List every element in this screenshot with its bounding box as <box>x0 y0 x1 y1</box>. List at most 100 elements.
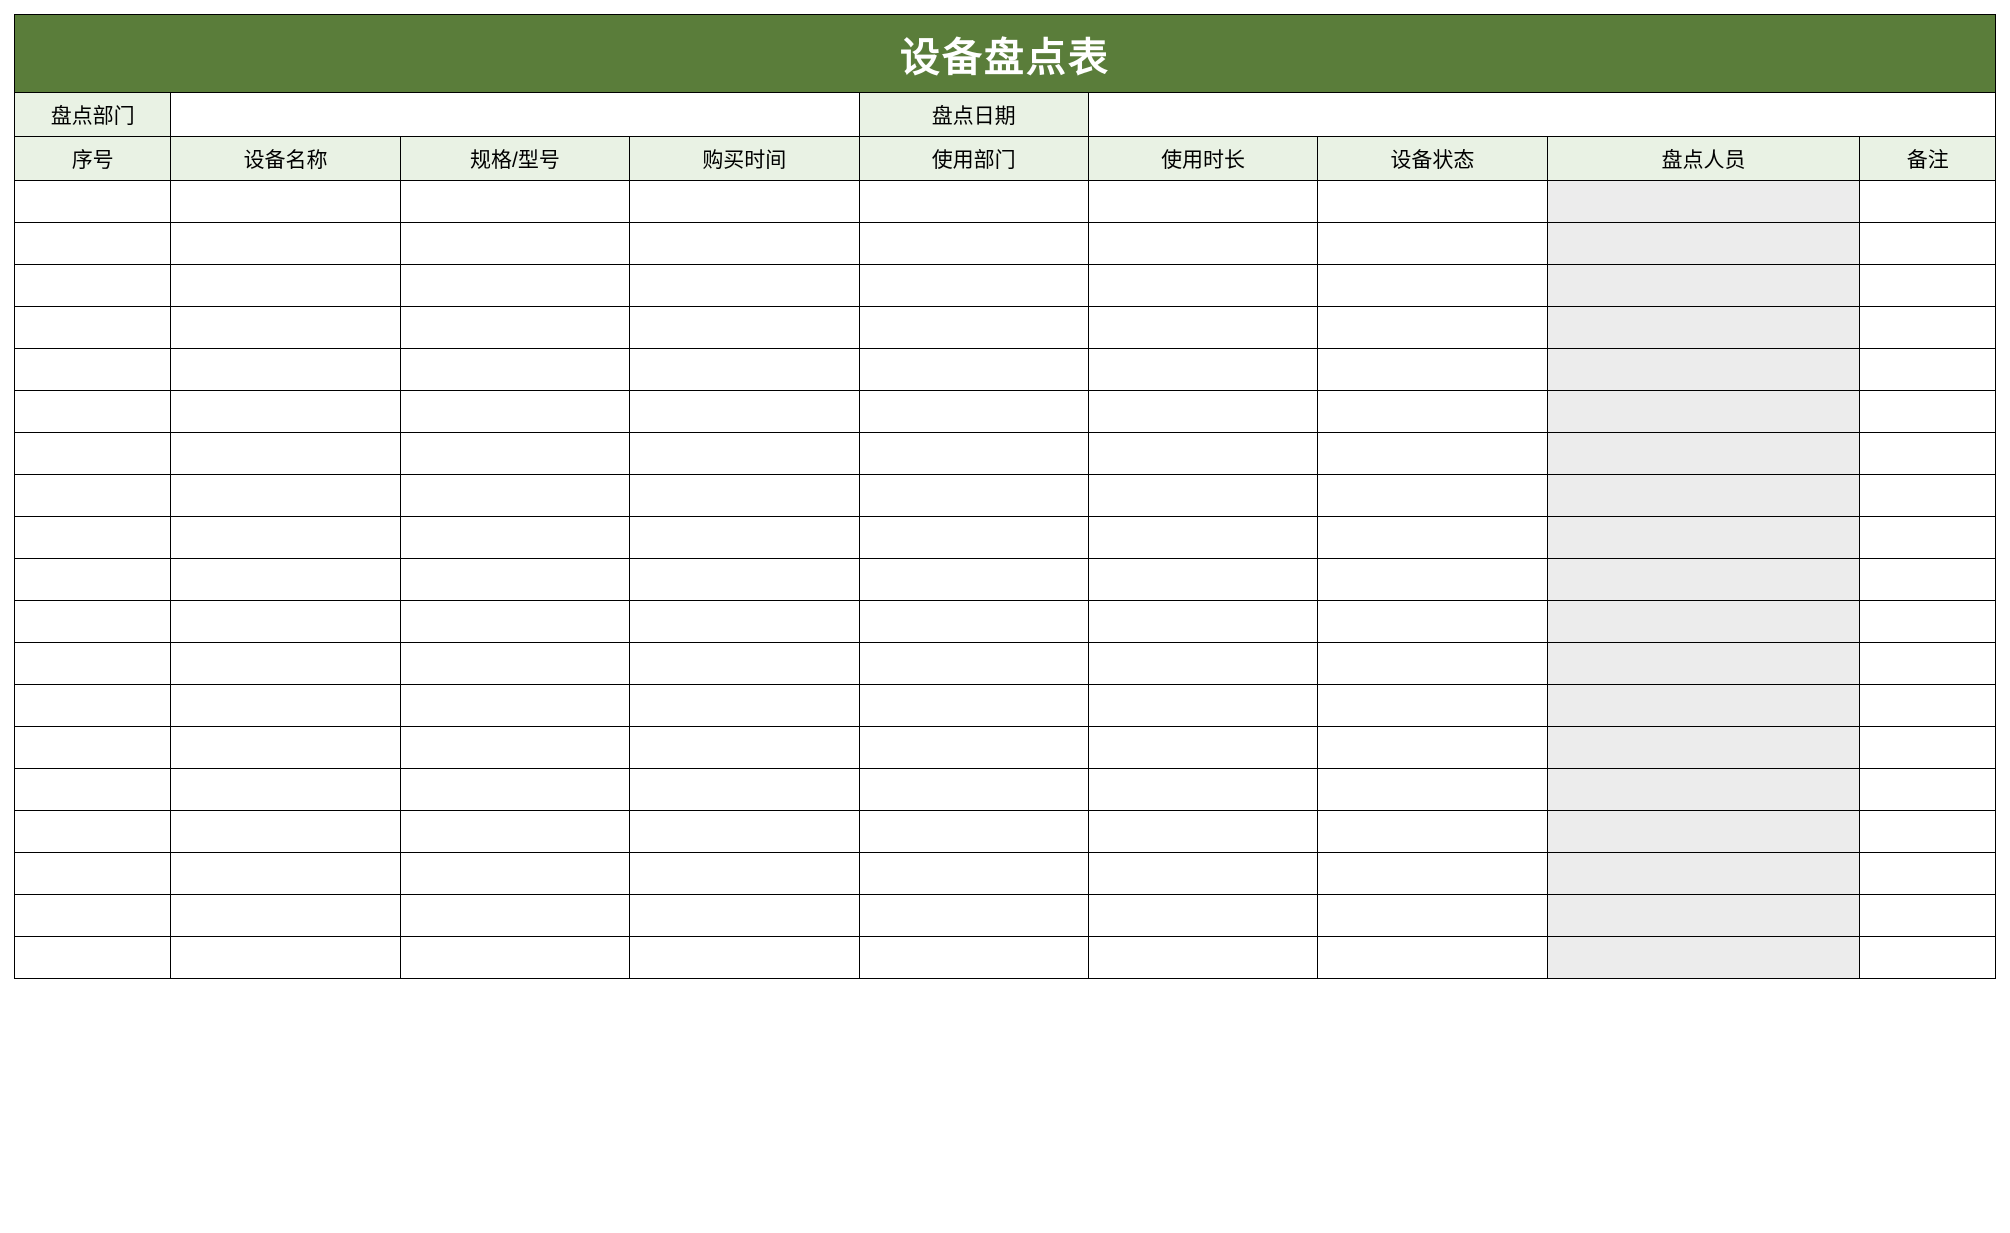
cell[interactable] <box>1547 769 1860 811</box>
cell[interactable] <box>859 853 1088 895</box>
cell[interactable] <box>859 349 1088 391</box>
cell[interactable] <box>859 769 1088 811</box>
cell[interactable] <box>1318 349 1547 391</box>
cell[interactable] <box>400 181 629 223</box>
cell[interactable] <box>1318 223 1547 265</box>
meta-department-value[interactable] <box>171 93 859 137</box>
cell[interactable] <box>1318 895 1547 937</box>
cell[interactable] <box>15 517 171 559</box>
cell[interactable] <box>400 559 629 601</box>
cell[interactable] <box>400 349 629 391</box>
cell[interactable] <box>1860 349 1996 391</box>
meta-date-value[interactable] <box>1088 93 1995 137</box>
cell[interactable] <box>1860 517 1996 559</box>
cell[interactable] <box>1860 475 1996 517</box>
cell[interactable] <box>630 559 859 601</box>
cell[interactable] <box>1088 643 1317 685</box>
cell[interactable] <box>171 769 400 811</box>
cell[interactable] <box>630 937 859 979</box>
cell[interactable] <box>15 895 171 937</box>
cell[interactable] <box>1088 433 1317 475</box>
cell[interactable] <box>15 559 171 601</box>
cell[interactable] <box>859 685 1088 727</box>
cell[interactable] <box>1547 853 1860 895</box>
cell[interactable] <box>1088 769 1317 811</box>
cell[interactable] <box>1088 685 1317 727</box>
cell[interactable] <box>171 517 400 559</box>
cell[interactable] <box>1547 349 1860 391</box>
cell[interactable] <box>1088 265 1317 307</box>
cell[interactable] <box>400 685 629 727</box>
cell[interactable] <box>1860 895 1996 937</box>
cell[interactable] <box>859 643 1088 685</box>
cell[interactable] <box>1088 559 1317 601</box>
cell[interactable] <box>400 391 629 433</box>
cell[interactable] <box>630 685 859 727</box>
cell[interactable] <box>1318 517 1547 559</box>
cell[interactable] <box>1547 937 1860 979</box>
cell[interactable] <box>630 307 859 349</box>
cell[interactable] <box>1547 559 1860 601</box>
cell[interactable] <box>859 475 1088 517</box>
cell[interactable] <box>1318 853 1547 895</box>
cell[interactable] <box>171 811 400 853</box>
cell[interactable] <box>1860 391 1996 433</box>
cell[interactable] <box>1088 601 1317 643</box>
cell[interactable] <box>171 601 400 643</box>
cell[interactable] <box>859 307 1088 349</box>
cell[interactable] <box>15 349 171 391</box>
cell[interactable] <box>1088 811 1317 853</box>
cell[interactable] <box>1860 937 1996 979</box>
cell[interactable] <box>1088 517 1317 559</box>
cell[interactable] <box>1088 727 1317 769</box>
cell[interactable] <box>859 811 1088 853</box>
cell[interactable] <box>15 811 171 853</box>
cell[interactable] <box>1860 811 1996 853</box>
cell[interactable] <box>1088 223 1317 265</box>
cell[interactable] <box>1547 475 1860 517</box>
cell[interactable] <box>630 265 859 307</box>
cell[interactable] <box>1547 307 1860 349</box>
cell[interactable] <box>1318 265 1547 307</box>
cell[interactable] <box>859 937 1088 979</box>
cell[interactable] <box>1860 265 1996 307</box>
cell[interactable] <box>15 643 171 685</box>
cell[interactable] <box>400 433 629 475</box>
cell[interactable] <box>1547 811 1860 853</box>
cell[interactable] <box>1318 391 1547 433</box>
cell[interactable] <box>1318 685 1547 727</box>
cell[interactable] <box>859 559 1088 601</box>
cell[interactable] <box>859 391 1088 433</box>
cell[interactable] <box>1547 265 1860 307</box>
cell[interactable] <box>1088 475 1317 517</box>
cell[interactable] <box>1860 853 1996 895</box>
cell[interactable] <box>400 853 629 895</box>
cell[interactable] <box>630 223 859 265</box>
cell[interactable] <box>1860 727 1996 769</box>
cell[interactable] <box>859 895 1088 937</box>
cell[interactable] <box>1860 685 1996 727</box>
cell[interactable] <box>630 853 859 895</box>
cell[interactable] <box>15 181 171 223</box>
cell[interactable] <box>171 307 400 349</box>
cell[interactable] <box>1547 727 1860 769</box>
cell[interactable] <box>630 349 859 391</box>
cell[interactable] <box>1547 643 1860 685</box>
cell[interactable] <box>400 475 629 517</box>
cell[interactable] <box>1088 181 1317 223</box>
cell[interactable] <box>859 223 1088 265</box>
cell[interactable] <box>1318 937 1547 979</box>
cell[interactable] <box>859 727 1088 769</box>
cell[interactable] <box>630 895 859 937</box>
cell[interactable] <box>15 265 171 307</box>
cell[interactable] <box>859 601 1088 643</box>
cell[interactable] <box>400 601 629 643</box>
cell[interactable] <box>400 223 629 265</box>
cell[interactable] <box>1547 601 1860 643</box>
cell[interactable] <box>15 223 171 265</box>
cell[interactable] <box>171 685 400 727</box>
cell[interactable] <box>400 643 629 685</box>
cell[interactable] <box>400 937 629 979</box>
cell[interactable] <box>400 727 629 769</box>
cell[interactable] <box>1860 769 1996 811</box>
